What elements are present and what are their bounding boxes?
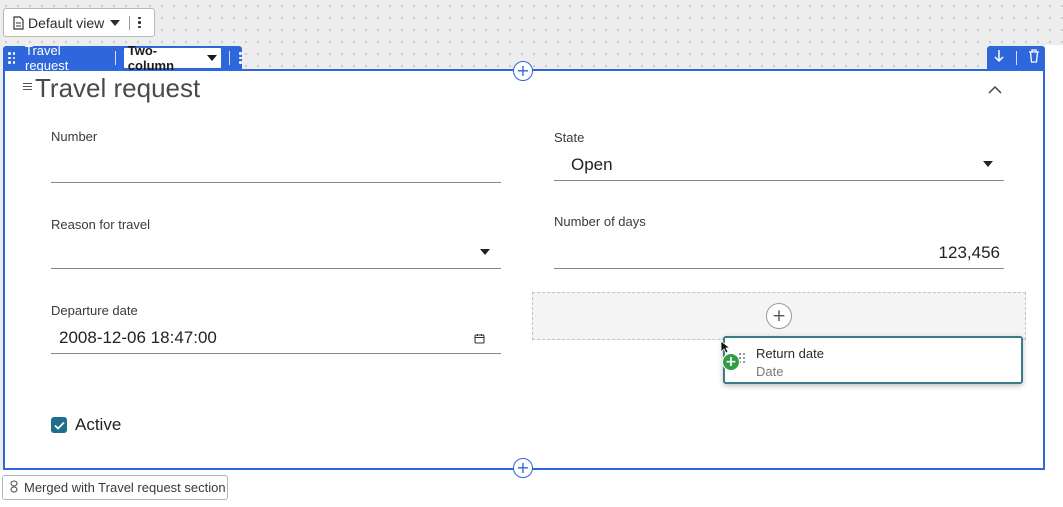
add-field-button[interactable]: + — [766, 303, 792, 329]
chevron-down-icon[interactable] — [983, 161, 993, 167]
view-selector[interactable]: Default view — [3, 8, 155, 37]
calendar-icon[interactable] — [474, 331, 485, 349]
chevron-down-icon[interactable] — [110, 19, 121, 26]
reason-select[interactable] — [51, 268, 501, 269]
active-checkbox[interactable] — [51, 417, 67, 433]
number-field[interactable] — [51, 182, 501, 183]
drag-handle-icon[interactable] — [8, 52, 15, 64]
merged-badge[interactable]: Merged with Travel request section — [2, 475, 228, 500]
divider — [114, 51, 116, 65]
more-vertical-icon[interactable] — [239, 52, 242, 64]
field-type: Date — [756, 364, 784, 379]
page-title: Travel request — [35, 73, 201, 103]
document-icon — [12, 15, 24, 30]
reason-label: Reason for travel — [51, 217, 150, 232]
chevron-down-icon — [206, 55, 217, 61]
days-label: Number of days — [554, 214, 646, 229]
canvas-edge — [1045, 45, 1063, 507]
merged-text: Merged with Travel request section — [24, 480, 226, 495]
state-value[interactable]: Open — [571, 155, 613, 175]
state-label: State — [554, 130, 585, 145]
section-tab[interactable]: Travel request Two-column — [3, 43, 242, 73]
chevron-up-icon[interactable] — [988, 81, 1002, 99]
active-label[interactable]: Active — [75, 415, 121, 435]
mouse-cursor-icon — [720, 340, 732, 359]
layout-label: Two-column — [127, 43, 175, 73]
number-label: Number — [51, 129, 98, 144]
state-select[interactable] — [554, 180, 1004, 181]
trash-icon[interactable] — [1028, 48, 1040, 68]
divider — [1015, 51, 1017, 65]
field-name: Return date — [756, 346, 824, 361]
add-section-above-button[interactable]: + — [513, 61, 533, 81]
section-heading: Travel request — [23, 73, 200, 104]
section-tab-title: Travel request — [25, 43, 69, 73]
days-value[interactable]: 123,456 — [554, 243, 1000, 263]
departure-value[interactable]: 2008-12-06 18:47:00 — [59, 328, 217, 348]
add-section-below-button[interactable]: + — [513, 458, 533, 478]
chevron-down-icon[interactable] — [480, 249, 490, 255]
section-container[interactable] — [3, 69, 1045, 470]
divider — [129, 15, 131, 30]
departure-label: Departure date — [51, 303, 138, 318]
layout-selector[interactable]: Two-column — [123, 43, 221, 73]
departure-field[interactable] — [51, 353, 501, 354]
more-vertical-icon[interactable] — [138, 16, 141, 29]
section-actions — [987, 46, 1045, 70]
arrow-down-icon[interactable] — [993, 49, 1005, 68]
days-field[interactable] — [554, 268, 1004, 269]
view-name[interactable]: Default view — [28, 15, 104, 31]
menu-icon[interactable] — [23, 82, 32, 91]
dragged-field-card[interactable]: Return date Date — [723, 336, 1023, 384]
divider — [228, 51, 230, 65]
link-icon — [9, 479, 19, 496]
